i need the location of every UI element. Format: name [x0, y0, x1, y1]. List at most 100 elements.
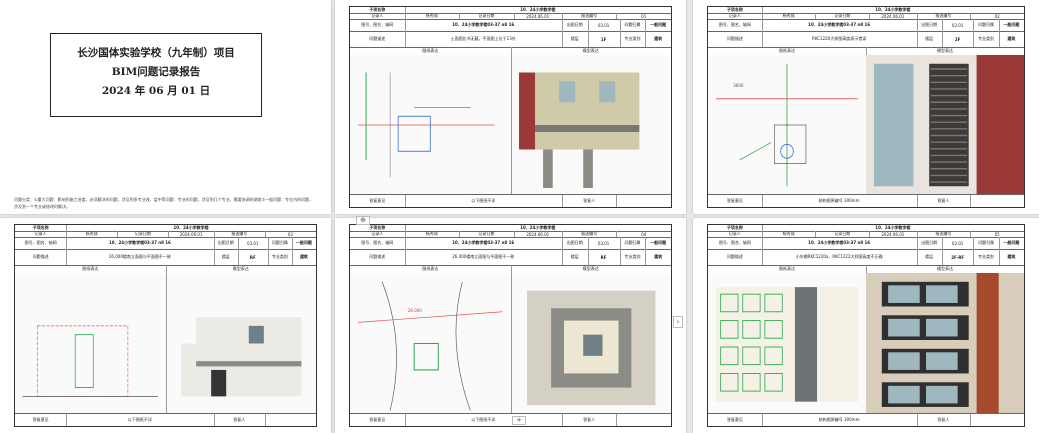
record-table: 子项名称 10、24小学教学楼 记录人 杨秀成 记录日期 2024.06.01 报送编号 02… — [707, 6, 1025, 208]
label-plan-view: 图纸表达 — [350, 265, 512, 273]
label-replier: 答复人 — [562, 414, 618, 426]
footer-note: 以下图纸不详 — [405, 414, 563, 426]
drawdate-value: 03.01 — [942, 19, 975, 31]
drawing-value: 10、24小学教学楼03-37 n8 16 — [405, 19, 563, 31]
cover-date: 2024 年 06 月 01 日 — [101, 85, 211, 97]
floor-value: 1F — [588, 31, 621, 47]
label-drawing: 图号、图名、轴网 — [350, 237, 406, 249]
desc-value: RKC1220大样图高度表示错误 — [762, 31, 918, 47]
model-view-image — [526, 290, 655, 406]
add-page-button[interactable]: + — [512, 416, 526, 425]
model-view-image — [180, 317, 301, 397]
dimension-label: 28.000 — [407, 308, 422, 314]
level-value: 一般问题 — [650, 22, 667, 27]
drawing-value: 10、24小学教学楼03-37 n8 16 — [66, 237, 215, 249]
level-value: 一般问题 — [650, 240, 667, 245]
dimension-label: 3600 — [733, 83, 744, 88]
record-page-3: 子项名称 10、24小学教学楼 记录人 杨秀成 记录日期 2024.06.01 报送编号 03… — [0, 218, 331, 433]
move-handle-label: ⊕ — [360, 216, 366, 224]
move-handle-button[interactable]: ⊕ — [356, 216, 370, 225]
footer-row: 答复意见 以下图纸不详 答复人 — [15, 413, 316, 426]
label-floor: 楼层 — [214, 249, 239, 265]
label-problem-desc: 问题描述 — [15, 249, 68, 265]
major-value: 建筑 — [1007, 36, 1016, 41]
label-model-view: 模型表达 — [582, 266, 599, 271]
cover-page: 长沙国体实验学校（九年制）项目 BIM问题记录报告 2024 年 06 月 01… — [0, 0, 331, 214]
label-major: 专业类别 — [268, 249, 293, 265]
label-replier: 答复人 — [917, 414, 972, 426]
major-value: 建筑 — [1007, 254, 1016, 259]
label-plan-view: 图纸表达 — [708, 265, 867, 273]
label-problem-type: 问题归属 — [620, 19, 647, 31]
replier-value — [970, 414, 1024, 426]
level-value: 一般问题 — [295, 240, 312, 245]
cad-drawing — [358, 72, 495, 178]
drawing-area — [708, 273, 1024, 414]
footer-note: 以下图纸不详 — [405, 195, 563, 207]
cover-title-line1: 长沙国体实验学校（九年制）项目 — [77, 47, 235, 59]
label-major: 专业类别 — [620, 249, 647, 265]
footer-note: 结构图原编号 300mm — [762, 414, 918, 426]
footer-row: 答复意见 以下图纸不详 答复人 — [350, 194, 671, 207]
label-drawdate: 出图日期 — [562, 19, 589, 31]
table-row: 问题描述 26.000楼南立面图与平面图不一致 楼层 RF 专业类别 建筑 — [15, 249, 316, 266]
label-major: 专业类别 — [620, 31, 647, 47]
cover-title-line2: BIM问题记录报告 — [111, 66, 201, 78]
drawing-value: 10、24小学教学楼03-37 n8 16 — [762, 19, 918, 31]
next-page-button[interactable]: › — [673, 316, 683, 328]
level-value: 一般问题 — [1003, 240, 1020, 245]
major-value: 建筑 — [654, 36, 663, 41]
label-floor: 楼层 — [917, 31, 943, 47]
footer-row: 答复意见 结构图原编号 300mm 答复人 — [708, 413, 1024, 426]
label-model-view: 模型表达 — [937, 48, 953, 53]
label-replier: 答复人 — [214, 414, 266, 426]
major-value: 建筑 — [654, 254, 663, 259]
record-page-2: 子项名称 10、24小学教学楼 记录人 杨秀成 记录日期 2024.06.01 报送编号 02… — [693, 0, 1039, 214]
label-floor: 楼层 — [917, 249, 943, 265]
record-table: 子项名称 10、24小学教学楼 记录人 杨秀成 记录日期 2024.06.01 报送编号 04… — [349, 224, 672, 427]
table-row: 问题描述 RKC1220大样图高度表示错误 楼层 2F 专业类别 建筑 — [708, 31, 1024, 48]
footer-note: 以下图纸不详 — [66, 414, 215, 426]
label-problem-type: 问题归属 — [973, 237, 1000, 249]
cover-title-box: 长沙国体实验学校（九年制）项目 BIM问题记录报告 2024 年 06 月 01… — [50, 33, 262, 117]
drawdate-value: 03.01 — [238, 237, 269, 249]
label-floor: 楼层 — [562, 249, 589, 265]
record-page-4: 子项名称 10、24小学教学楼 记录人 杨秀成 记录日期 2024.06.01 报送编号 04… — [335, 218, 686, 433]
footer-row: 答复意见 结构图原编号 300mm 答复人 — [708, 194, 1024, 207]
label-plan-view: 图纸表达 — [350, 47, 512, 55]
floor-value: 2F-RF — [942, 249, 975, 265]
label-drawing: 图号、图名、轴网 — [708, 237, 763, 249]
model-view-image — [866, 55, 1024, 195]
label-drawdate: 出图日期 — [562, 237, 589, 249]
level-value: 一般问题 — [1003, 22, 1020, 27]
cad-drawing — [358, 281, 503, 411]
cad-drawing — [22, 325, 158, 397]
drawdate-value: 03.01 — [942, 237, 975, 249]
floor-value: RF — [588, 249, 621, 265]
label-model-view: 模型表达 — [582, 48, 599, 53]
drawing-value: 10、24小学教学楼03-37 n8 16 — [762, 237, 918, 249]
table-row: 问题描述 士面图比书无疑，平面图上位于13外 楼层 1F 专业类别 建筑 — [350, 31, 671, 48]
label-major: 专业类别 — [973, 31, 1000, 47]
record-table: 子项名称 10、24小学教学楼 记录人 杨秀成 记录日期 2024.06.01 报送编号 01… — [349, 6, 672, 208]
replier-value — [616, 414, 671, 426]
label-major: 专业类别 — [973, 249, 1000, 265]
model-view-image — [866, 273, 1024, 414]
replier-value — [970, 195, 1024, 207]
label-model-view: 模型表达 — [232, 266, 249, 271]
record-page-1: 子项名称 10、24小学教学楼 记录人 杨秀成 记录日期 2024.06.01 报送编号 01… — [335, 0, 686, 214]
label-opinion: 答复意见 — [350, 195, 406, 207]
label-problem-type: 问题归属 — [973, 19, 1000, 31]
add-page-label: + — [516, 416, 522, 424]
label-plan-view: 图纸表达 — [15, 265, 167, 273]
cad-drawing — [715, 287, 859, 402]
cover-note: 问题分类：①重大问题：影响到施工进度，必须解决的问题，涉及到多专业改，监中等问题… — [14, 197, 314, 209]
record-table: 子项名称 10、24小学教学楼 记录人 杨秀成 记录日期 2024.06.01 报送编号 03… — [14, 224, 317, 427]
label-drawdate: 出图日期 — [917, 19, 943, 31]
replier-value — [616, 195, 671, 207]
label-drawing: 图号、图名、轴网 — [708, 19, 763, 31]
drawdate-value: 03.01 — [588, 237, 621, 249]
label-replier: 答复人 — [917, 195, 972, 207]
label-problem-type: 问题归属 — [620, 237, 647, 249]
label-replier: 答复人 — [562, 195, 618, 207]
